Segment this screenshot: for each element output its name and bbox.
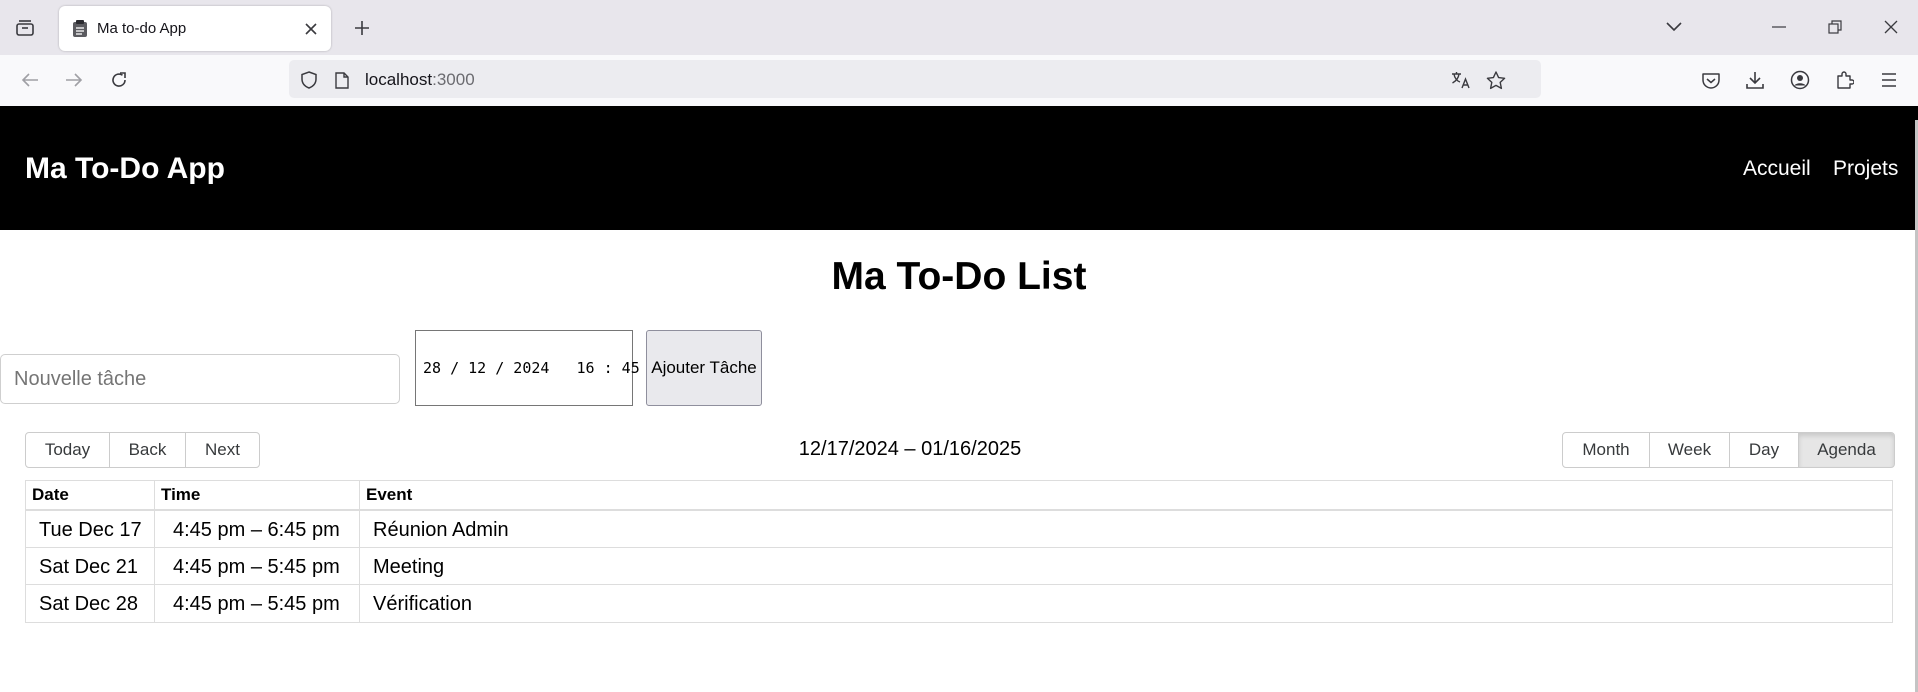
url-bar[interactable]: localhost:3000 (289, 60, 1541, 98)
minimize-icon[interactable] (1764, 12, 1794, 42)
page-icon[interactable] (331, 69, 353, 91)
agenda-time: 4:45 pm – 5:45 pm (155, 585, 360, 622)
agenda-date: Sat Dec 28 (26, 585, 155, 622)
view-week-button[interactable]: Week (1649, 432, 1730, 468)
clipboard-icon (72, 19, 88, 38)
translate-icon[interactable] (1450, 69, 1472, 91)
calendar-nav-group: Today Back Next (25, 432, 260, 468)
new-task-placeholder: Nouvelle tâche (14, 367, 147, 390)
star-icon[interactable] (1485, 69, 1507, 91)
window-close-icon[interactable] (1876, 12, 1906, 42)
agenda-event[interactable]: Meeting (360, 548, 1892, 584)
next-button[interactable]: Next (185, 432, 260, 468)
url-text[interactable]: localhost:3000 (365, 70, 475, 90)
agenda-table: Date Time Event Tue Dec 17 4:45 pm – 6:4… (25, 480, 1893, 623)
back-button[interactable]: Back (109, 432, 186, 468)
new-task-input[interactable]: Nouvelle tâche (0, 354, 400, 404)
arrow-left-icon[interactable] (15, 65, 45, 95)
nav-link-projets[interactable]: Projets (1833, 157, 1898, 181)
agenda-event[interactable]: Réunion Admin (360, 511, 1892, 547)
column-header-date: Date (26, 481, 155, 509)
app-header: Ma To-Do App Accueil Projets (0, 106, 1918, 230)
agenda-event[interactable]: Vérification (360, 585, 1892, 622)
table-row: Tue Dec 17 4:45 pm – 6:45 pm Réunion Adm… (26, 511, 1892, 548)
pocket-icon[interactable] (1696, 65, 1726, 95)
download-icon[interactable] (1740, 65, 1770, 95)
table-row: Sat Dec 28 4:45 pm – 5:45 pm Vérificatio… (26, 585, 1892, 622)
browser-tab-bar: Ma to-do App (0, 0, 1918, 55)
column-header-time: Time (155, 481, 360, 509)
today-button[interactable]: Today (25, 432, 110, 468)
agenda-time: 4:45 pm – 6:45 pm (155, 511, 360, 547)
date-range-label: 12/17/2024 – 01/16/2025 (798, 438, 1022, 460)
url-port: :3000 (432, 70, 475, 89)
agenda-date: Tue Dec 17 (26, 511, 155, 547)
view-month-button[interactable]: Month (1562, 432, 1650, 468)
agenda-time: 4:45 pm – 5:45 pm (155, 548, 360, 584)
tab-title: Ma to-do App (97, 20, 187, 37)
arrow-right-icon[interactable] (59, 65, 89, 95)
restore-icon[interactable] (1820, 12, 1850, 42)
view-agenda-button[interactable]: Agenda (1798, 432, 1895, 468)
close-icon[interactable] (301, 19, 321, 39)
browser-nav-bar: localhost:3000 (0, 55, 1918, 107)
table-row: Sat Dec 21 4:45 pm – 5:45 pm Meeting (26, 548, 1892, 585)
account-icon[interactable] (1785, 65, 1815, 95)
nav-link-accueil[interactable]: Accueil (1743, 157, 1811, 181)
menu-icon[interactable] (1874, 65, 1904, 95)
browser-tab-active[interactable]: Ma to-do App (59, 6, 331, 51)
view-day-button[interactable]: Day (1729, 432, 1799, 468)
page-title: Ma To-Do List (831, 255, 1087, 298)
url-host: localhost (365, 70, 433, 89)
calendar-view-group: Month Week Day Agenda (1562, 432, 1895, 468)
extensions-icon[interactable] (1830, 65, 1860, 95)
reload-icon[interactable] (104, 65, 134, 95)
datetime-value: 28 / 12 / 2024 16 : 45 (423, 359, 640, 377)
plus-icon[interactable] (349, 16, 375, 40)
shield-icon[interactable] (298, 69, 320, 91)
agenda-header-row: Date Time Event (26, 481, 1892, 511)
app-title[interactable]: Ma To-Do App (25, 152, 225, 186)
agenda-date: Sat Dec 21 (26, 548, 155, 584)
add-task-button[interactable]: Ajouter Tâche (646, 330, 762, 406)
chevron-down-icon[interactable] (1659, 12, 1689, 42)
tab-list-icon[interactable] (12, 16, 38, 40)
datetime-input[interactable]: 28 / 12 / 2024 16 : 45 (415, 330, 662, 406)
column-header-event: Event (366, 485, 413, 504)
